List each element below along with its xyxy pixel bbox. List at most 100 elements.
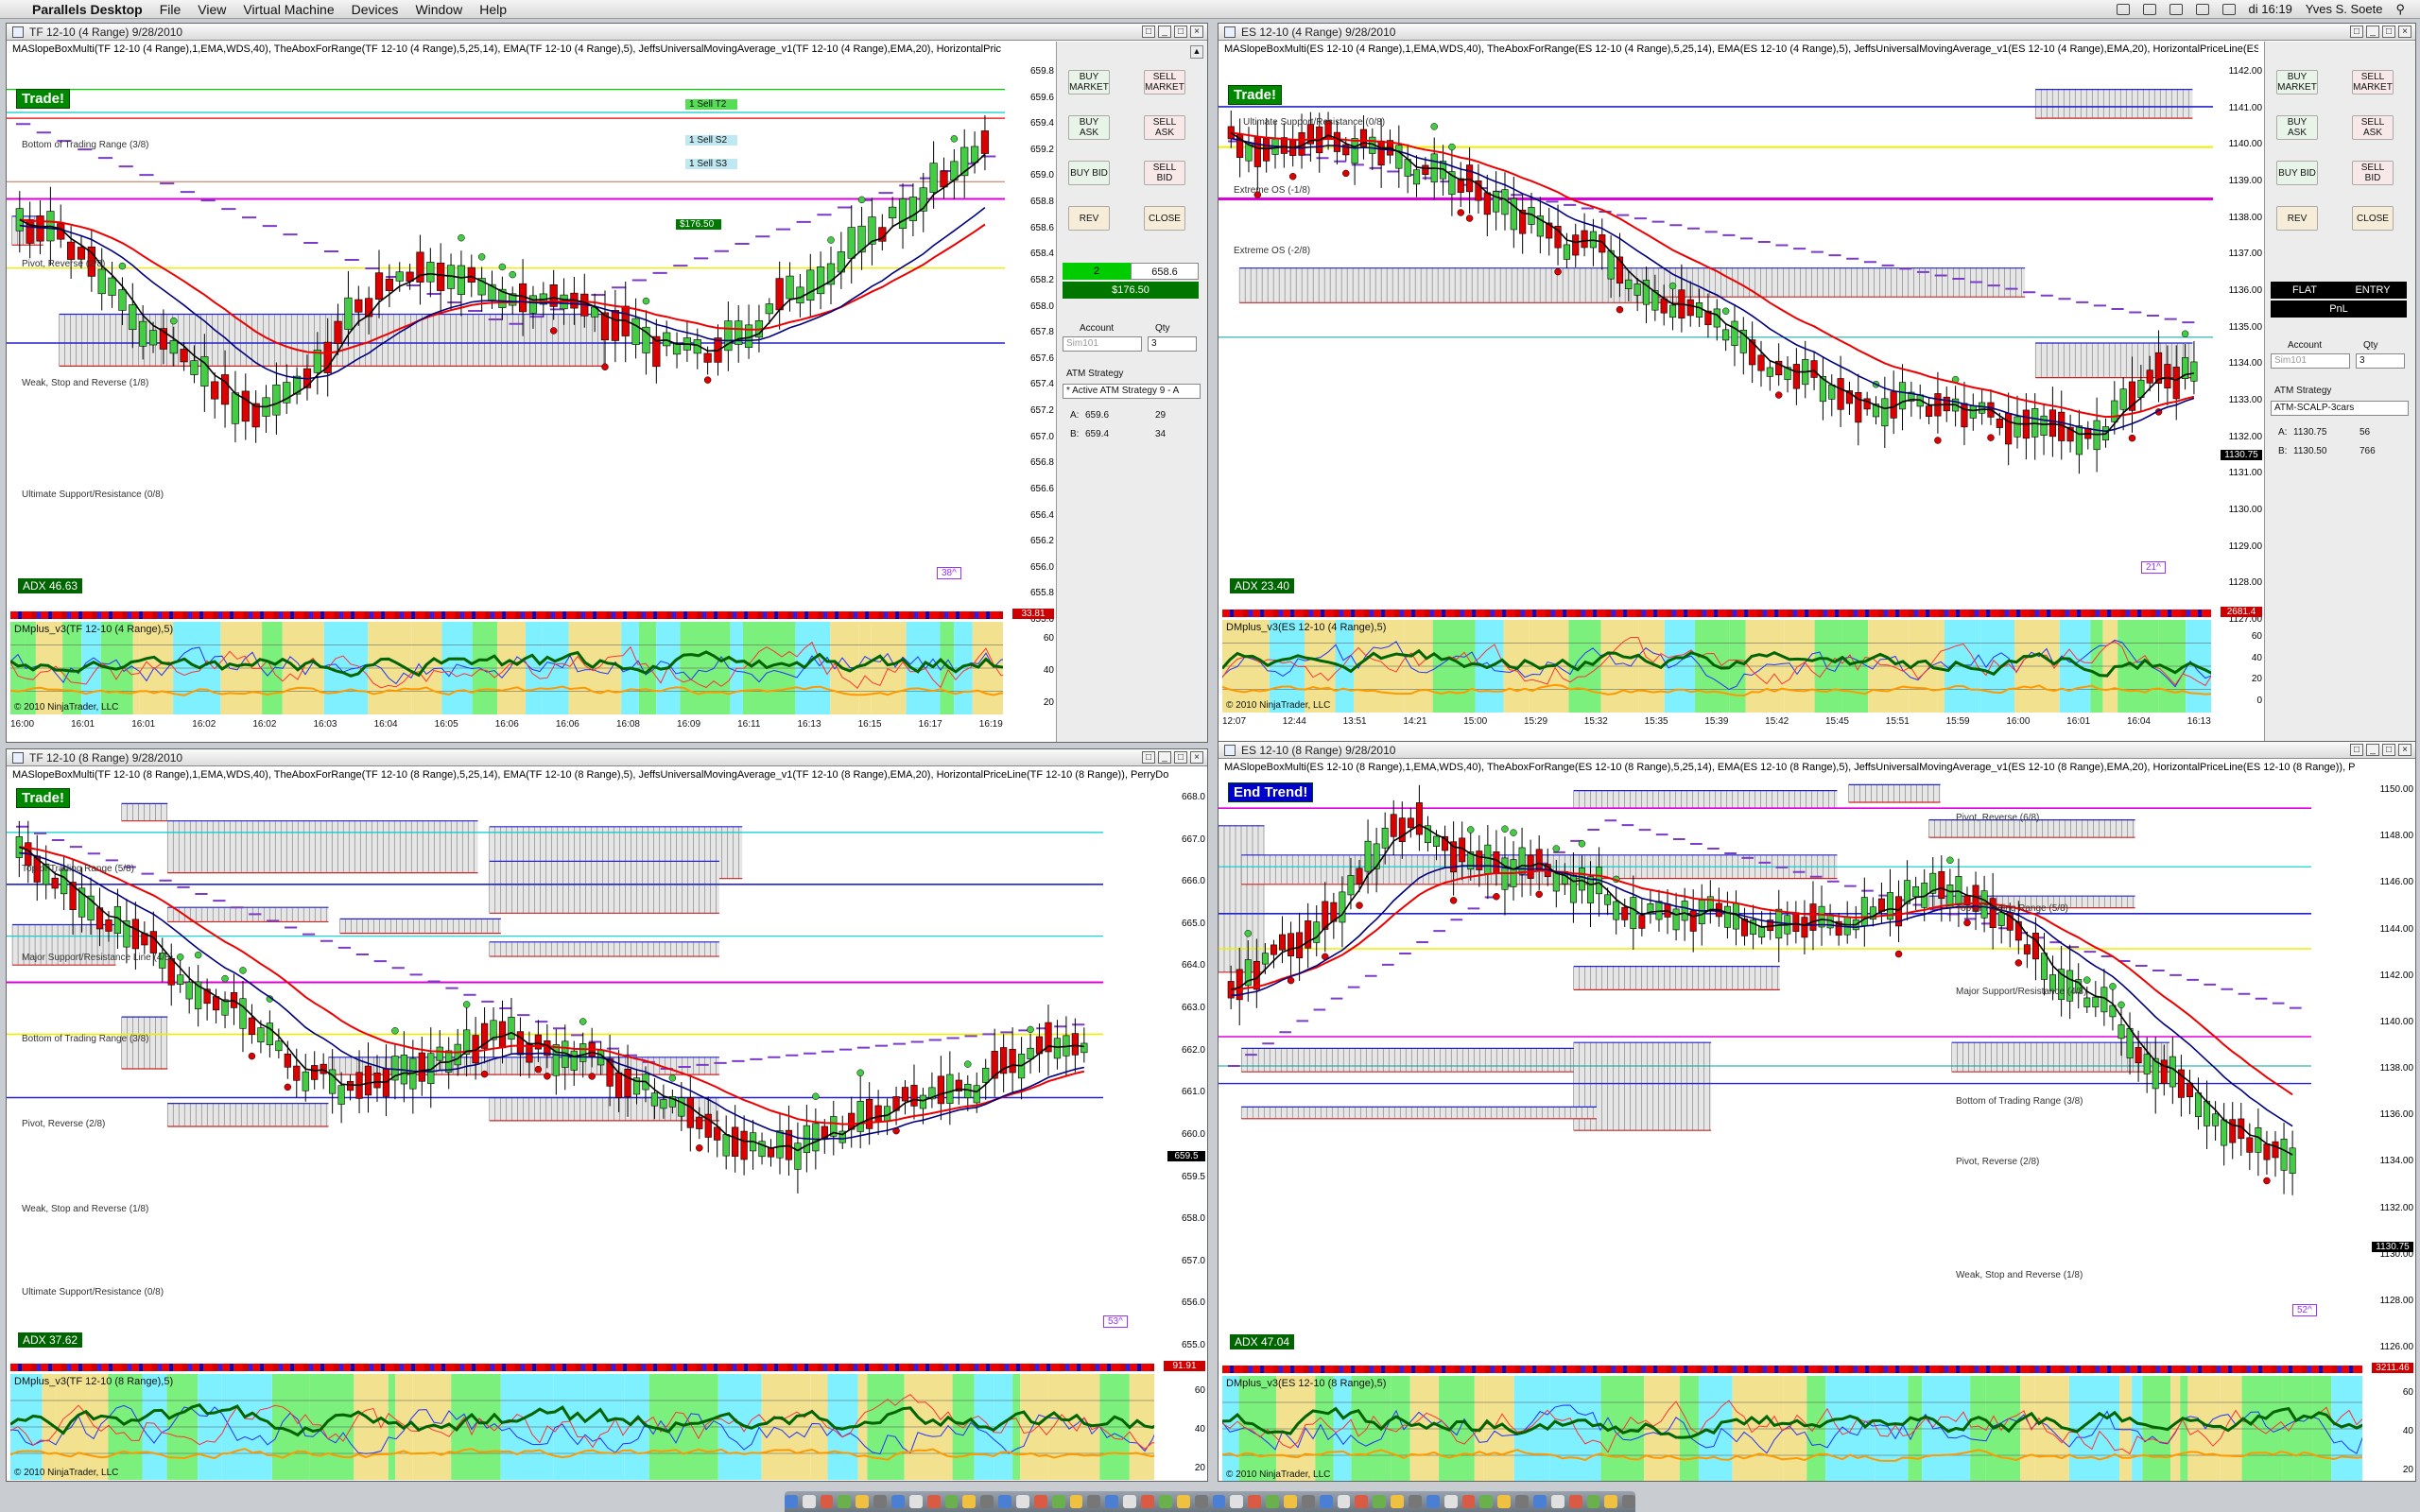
buy-market-button[interactable]: BUY MARKET — [1068, 70, 1110, 94]
dmplus-oscillator[interactable]: DMplus_v3(ES 12-10 (8 Range),5) © 2010 N… — [1222, 1376, 2362, 1481]
account-select[interactable]: Sim101 — [2271, 353, 2350, 369]
dock-app-icon[interactable] — [980, 1495, 994, 1508]
chart-window-es-4range[interactable]: ES 12-10 (4 Range) 9/28/2010 □ _ □ × MASlop… — [1218, 23, 2416, 743]
buy-ask-button[interactable]: BUY ASK — [1068, 115, 1110, 140]
buy-bid-button[interactable]: BUY BID — [1068, 161, 1110, 185]
dmplus-oscillator[interactable]: DMplus_v3(ES 12-10 (4 Range),5) © 2010 N… — [1222, 620, 2211, 713]
dock-app-icon[interactable] — [1443, 1495, 1458, 1508]
close-position-button[interactable]: CLOSE — [1144, 206, 1185, 231]
maximize-button[interactable]: □ — [2382, 744, 2395, 756]
dock-app-icon[interactable] — [1408, 1495, 1422, 1508]
wifi-icon[interactable] — [2169, 3, 2183, 15]
qty-input[interactable]: 3 — [2356, 353, 2405, 369]
dmplus-oscillator[interactable]: DMplus_v3(TF 12-10 (8 Range),5) © 2010 N… — [10, 1374, 1154, 1480]
restore-button[interactable]: □ — [2350, 26, 2363, 38]
menu-file[interactable]: File — [160, 2, 182, 17]
dock-app-icon[interactable] — [1069, 1495, 1083, 1508]
dock-app-icon[interactable] — [1158, 1495, 1172, 1508]
dock-app-icon[interactable] — [1194, 1495, 1208, 1508]
chart-window-es-8range[interactable]: ES 12-10 (8 Range) 9/28/2010 □ _ □ × MASlop… — [1218, 741, 2416, 1482]
menu-virtual-machine[interactable]: Virtual Machine — [243, 2, 334, 17]
app-name[interactable]: Parallels Desktop — [32, 2, 143, 17]
dock-app-icon[interactable] — [1266, 1495, 1279, 1508]
dock-app-icon[interactable] — [1355, 1495, 1369, 1508]
restore-button[interactable]: □ — [1142, 751, 1155, 764]
close-button[interactable]: × — [2398, 744, 2411, 756]
price-axis[interactable]: 1142.00 1141.00 1140.00 1139.00 1138.00 1137.… — [2211, 55, 2264, 631]
dock-app-icon[interactable] — [1230, 1495, 1244, 1508]
dock-app-icon[interactable] — [838, 1495, 852, 1508]
dock-app-icon[interactable] — [1176, 1495, 1190, 1508]
dock-app-icon[interactable] — [1568, 1495, 1582, 1508]
dock-app-icon[interactable] — [1123, 1495, 1137, 1508]
window-titlebar[interactable]: ES 12-10 (8 Range) 9/28/2010 □ _ □ × — [1219, 742, 2415, 759]
sell-bid-button[interactable]: SELL BID — [2352, 161, 2394, 185]
chart-window-tf-4range[interactable]: TF 12-10 (4 Range) 9/28/2010 □ _ □ × MASlop… — [6, 23, 1208, 743]
minimize-button[interactable]: _ — [2366, 26, 2379, 38]
dock-app-icon[interactable] — [1426, 1495, 1440, 1508]
time-axis[interactable]: 16:00 16:01 16:01 16:02 16:02 16:03 16:04 16:05… — [10, 719, 1003, 732]
dock-app-icon[interactable] — [1479, 1495, 1494, 1508]
time-axis[interactable]: 12:07 12:44 13:51 14:21 15:00 15:29 15:32 15:35… — [1222, 716, 2211, 730]
reverse-button[interactable]: REV — [1068, 206, 1110, 231]
order-tag-stop[interactable]: 1 Sell S2 — [685, 135, 737, 146]
dock-app-icon[interactable] — [1586, 1495, 1600, 1508]
dmplus-oscillator[interactable]: DMplus_v3(TF 12-10 (4 Range),5) © 2010 N… — [10, 622, 1003, 714]
dock-app-icon[interactable] — [1248, 1495, 1262, 1508]
order-tag-target[interactable]: 1 Sell T2 — [685, 99, 737, 110]
minimize-button[interactable]: _ — [2366, 744, 2379, 756]
dock-app-icon[interactable] — [926, 1495, 941, 1508]
dock-app-icon[interactable] — [1391, 1495, 1404, 1508]
dock-app-icon[interactable] — [1515, 1495, 1529, 1508]
close-button[interactable]: × — [1190, 26, 1203, 38]
dock-app-icon[interactable] — [1550, 1495, 1564, 1508]
atm-strategy-select[interactable]: ATM-SCALP-3cars — [2271, 401, 2409, 416]
dock-app-icon[interactable] — [908, 1495, 923, 1508]
dock-app-icon[interactable] — [1604, 1495, 1618, 1508]
account-select[interactable]: Sim101 — [1063, 336, 1142, 352]
price-axis[interactable]: 1150.00 1148.00 1146.00 1144.00 1142.00 1140.… — [2362, 773, 2415, 1359]
sell-ask-button[interactable]: SELL ASK — [2352, 115, 2394, 140]
dock-app-icon[interactable] — [1319, 1495, 1333, 1508]
minimize-button[interactable]: _ — [1158, 751, 1171, 764]
price-chart[interactable] — [1219, 55, 2266, 631]
maximize-button[interactable]: □ — [1174, 26, 1187, 38]
position-tag[interactable]: $176.50 — [676, 219, 721, 230]
sell-bid-button[interactable]: SELL BID — [1144, 161, 1185, 185]
dock-app-icon[interactable] — [1033, 1495, 1047, 1508]
minimize-button[interactable]: _ — [1158, 26, 1171, 38]
close-button[interactable]: × — [1190, 751, 1203, 764]
price-axis[interactable]: 668.0 667.0 666.0 665.0 664.0 663.0 662.0 661.0… — [1154, 781, 1207, 1357]
close-button[interactable]: × — [2398, 26, 2411, 38]
dock-app-icon[interactable] — [1087, 1495, 1101, 1508]
price-chart[interactable] — [1219, 773, 2364, 1359]
dock-app-icon[interactable] — [856, 1495, 870, 1508]
dock-app-icon[interactable] — [1105, 1495, 1119, 1508]
volume-icon[interactable] — [2195, 3, 2209, 15]
sell-market-button[interactable]: SELL MARKET — [1144, 70, 1185, 94]
restore-button[interactable]: □ — [1142, 26, 1155, 38]
dock-app-icon[interactable] — [1373, 1495, 1387, 1508]
maximize-button[interactable]: □ — [2382, 26, 2395, 38]
dock-app-icon[interactable] — [1622, 1495, 1636, 1508]
dock-app-icon[interactable] — [1212, 1495, 1226, 1508]
dock-app-icon[interactable] — [944, 1495, 959, 1508]
sell-market-button[interactable]: SELL MARKET — [2352, 70, 2394, 94]
menu-window[interactable]: Window — [415, 2, 462, 17]
dock-app-icon[interactable] — [784, 1495, 798, 1508]
dock-app-icon[interactable] — [1016, 1495, 1029, 1508]
menu-help[interactable]: Help — [479, 2, 507, 17]
close-position-button[interactable]: CLOSE — [2352, 206, 2394, 231]
atm-strategy-select[interactable]: * Active ATM Strategy 9 - A — [1063, 384, 1201, 399]
qty-input[interactable]: 3 — [1148, 336, 1197, 352]
dock-app-icon[interactable] — [820, 1495, 834, 1508]
dock-app-icon[interactable] — [962, 1495, 977, 1508]
dock-app-icon[interactable] — [873, 1495, 888, 1508]
status-icon[interactable] — [2142, 3, 2156, 15]
buy-market-button[interactable]: BUY MARKET — [2276, 70, 2318, 94]
dock-app-icon[interactable] — [998, 1495, 1012, 1508]
menubar-clock[interactable]: di 16:19 — [2249, 2, 2292, 16]
window-titlebar[interactable]: TF 12-10 (8 Range) 9/28/2010 □ _ □ × — [7, 749, 1207, 766]
buy-ask-button[interactable]: BUY ASK — [2276, 115, 2318, 140]
dock-app-icon[interactable] — [1337, 1495, 1351, 1508]
